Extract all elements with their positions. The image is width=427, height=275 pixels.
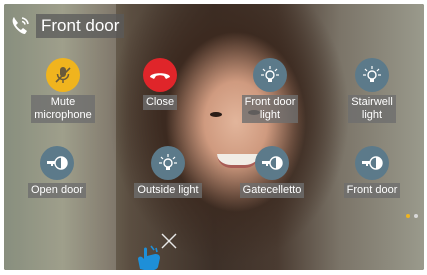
stairwell-light-line2: light bbox=[361, 109, 383, 121]
close-label: Close bbox=[142, 95, 178, 110]
front-door-light-button[interactable]: Front door light bbox=[232, 58, 308, 123]
page-indicator bbox=[406, 214, 418, 218]
tap-hand-icon bbox=[138, 245, 160, 270]
gatecelletto-circle[interactable] bbox=[255, 146, 289, 180]
outside-light-label: Outside light bbox=[134, 183, 202, 198]
mute-label-line2: microphone bbox=[34, 109, 92, 121]
page-dot-active[interactable] bbox=[406, 214, 410, 218]
mute-circle[interactable] bbox=[46, 58, 80, 92]
face-eye-left bbox=[210, 112, 222, 117]
front-door-light-circle[interactable] bbox=[253, 58, 287, 92]
key-lock-icon bbox=[262, 156, 283, 170]
outside-light-circle[interactable] bbox=[151, 146, 185, 180]
light-bulb-icon bbox=[261, 66, 279, 82]
close-circle[interactable] bbox=[143, 58, 177, 92]
front-door-label: Front door bbox=[343, 183, 401, 198]
front-door-light-line2: light bbox=[259, 109, 281, 121]
phone-call-icon bbox=[12, 17, 29, 34]
page-dot[interactable] bbox=[414, 214, 418, 218]
stairwell-light-button[interactable]: Stairwell light bbox=[337, 58, 407, 123]
feed-dim-overlay bbox=[4, 4, 116, 270]
call-title-bar: Front door bbox=[8, 13, 125, 39]
open-door-circle[interactable] bbox=[40, 146, 74, 180]
microphone-off-icon bbox=[55, 67, 71, 83]
open-door-label: Open door bbox=[28, 183, 86, 198]
mute-microphone-button[interactable]: Mute microphone bbox=[25, 58, 101, 123]
front-door-circle[interactable] bbox=[355, 146, 389, 180]
mute-label-line1: Mute bbox=[50, 96, 76, 108]
key-lock-icon bbox=[47, 156, 68, 170]
stairwell-light-label: Stairwell light bbox=[348, 95, 396, 123]
hang-up-icon bbox=[150, 73, 170, 79]
front-door-button[interactable]: Front door bbox=[339, 146, 405, 198]
front-door-light-line1: Front door bbox=[244, 96, 296, 108]
gatecelletto-button[interactable]: Gatecelletto bbox=[234, 146, 310, 198]
page-title: Front door bbox=[36, 14, 125, 38]
light-bulb-icon bbox=[363, 66, 381, 82]
outside-light-button[interactable]: Outside light bbox=[128, 146, 208, 198]
front-door-light-label: Front door light bbox=[241, 95, 299, 123]
light-bulb-icon bbox=[159, 154, 177, 170]
open-door-button[interactable]: Open door bbox=[22, 146, 92, 198]
video-call-screen bbox=[4, 4, 424, 270]
key-lock-icon bbox=[362, 156, 383, 170]
close-button[interactable]: Close bbox=[128, 58, 192, 110]
gatecelletto-label: Gatecelletto bbox=[239, 183, 305, 198]
mute-label: Mute microphone bbox=[31, 95, 95, 123]
stairwell-light-circle[interactable] bbox=[355, 58, 389, 92]
stairwell-light-line1: Stairwell bbox=[351, 96, 393, 108]
